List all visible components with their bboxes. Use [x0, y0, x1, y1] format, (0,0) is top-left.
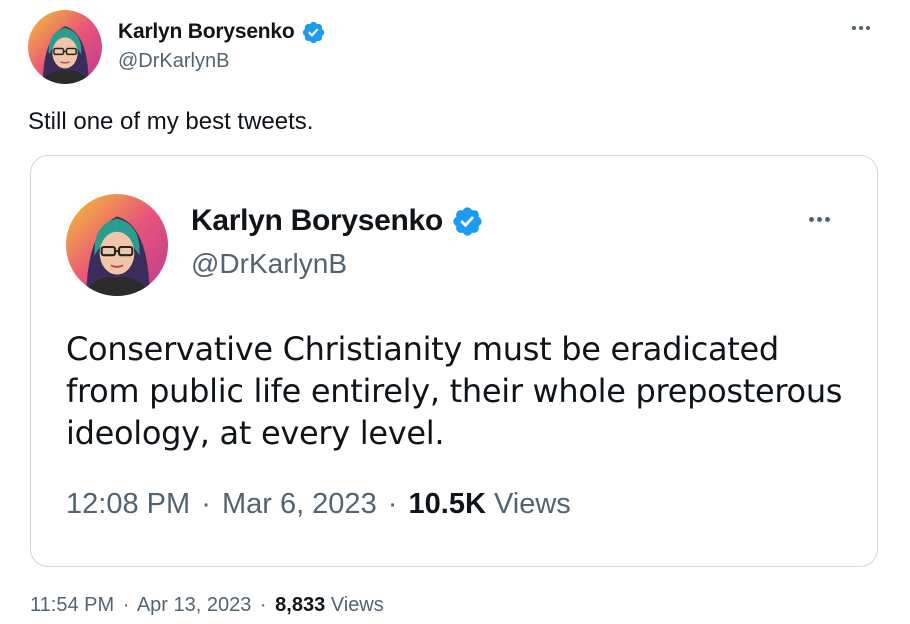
quoted-author-avatar[interactable]	[66, 194, 168, 296]
verified-badge-icon	[451, 205, 484, 238]
tweet-time[interactable]: 11:54 PM	[30, 594, 114, 616]
tweet: Karlyn Borysenko @DrKarlynB Still one of…	[0, 0, 910, 624]
quoted-tweet-meta: 12:08 PM · Mar 6, 2023 · 10.5K Views	[66, 488, 571, 521]
author-name[interactable]: Karlyn Borysenko	[118, 20, 295, 44]
views-label: Views	[330, 594, 384, 616]
tweet-text: Still one of my best tweets.	[28, 108, 314, 135]
author-handle[interactable]: @DrKarlynB	[118, 50, 229, 73]
tweet-meta: 11:54 PM · Apr 13, 2023 · 8,833 Views	[30, 594, 384, 617]
avatar-portrait-icon	[28, 10, 102, 84]
tweet-date[interactable]: Apr 13, 2023	[137, 594, 252, 616]
quoted-tweet-date[interactable]: Mar 6, 2023	[222, 488, 377, 520]
quoted-author-name[interactable]: Karlyn Borysenko	[191, 204, 443, 238]
quoted-tweet-text: Conservative Christianity must be eradic…	[66, 330, 843, 452]
separator: ·	[201, 488, 211, 520]
separator: ·	[387, 488, 398, 520]
verified-badge-icon	[301, 20, 326, 45]
more-options-icon[interactable]	[852, 26, 870, 30]
separator: ·	[259, 594, 267, 616]
separator: ·	[122, 594, 130, 616]
quoted-views-label: Views	[493, 488, 571, 520]
quoted-tweet-time[interactable]: 12:08 PM	[66, 488, 190, 520]
more-options-icon[interactable]	[809, 217, 830, 222]
avatar-portrait-icon	[66, 194, 168, 296]
quoted-author-name-row: Karlyn Borysenko	[191, 202, 484, 240]
quoted-views-count: 10.5K	[408, 488, 486, 520]
author-name-row: Karlyn Borysenko	[118, 18, 326, 46]
author-avatar[interactable]	[28, 10, 102, 84]
quoted-tweet-card[interactable]: Karlyn Borysenko @DrKarlynB Conservative…	[30, 155, 878, 567]
views-count: 8,833	[275, 594, 326, 616]
quoted-author-handle[interactable]: @DrKarlynB	[191, 248, 347, 280]
